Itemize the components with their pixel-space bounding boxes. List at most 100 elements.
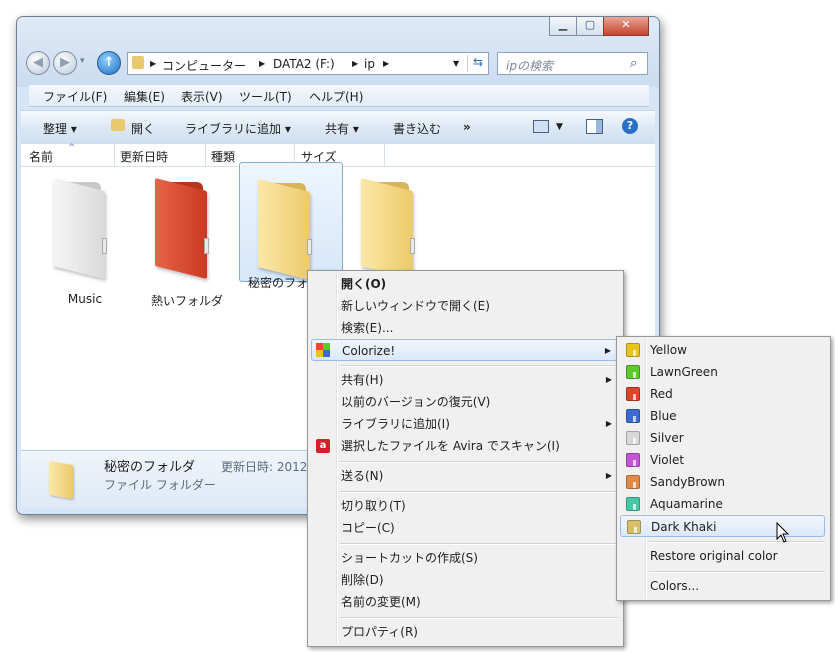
folder-item[interactable]: 熱いフォルダ (137, 172, 237, 308)
search-input[interactable]: ipの検索 ⌕ (497, 52, 648, 75)
avira-icon: a (316, 439, 330, 453)
menu-item-create-shortcut[interactable]: ショートカットの作成(S) (311, 547, 618, 569)
menu-item-delete[interactable]: 削除(D) (311, 569, 618, 591)
details-modified: 更新日時: 2012 (221, 460, 308, 474)
organize-button[interactable]: 整理 ▾ (43, 120, 77, 137)
menu-item-colorize[interactable]: Colorize! ▶ (311, 339, 618, 361)
share-button[interactable]: 共有 ▾ (325, 120, 359, 137)
open-button[interactable]: 開く (131, 120, 155, 137)
context-menu: 開く(O) 新しいウィンドウで開く(E) 検索(E)... Colorize! … (307, 270, 624, 647)
address-segment[interactable]: コンピューター (162, 57, 246, 74)
column-divider[interactable] (384, 144, 385, 166)
forward-button[interactable]: ▶ (53, 51, 77, 75)
back-button[interactable]: ◀ (26, 51, 50, 75)
violet-folder-icon (626, 453, 640, 467)
chevron-down-icon[interactable]: ▼ (556, 122, 563, 132)
chevron-right-icon: ▶ (383, 59, 390, 68)
color-dark-khaki[interactable]: Dark Khaki (620, 515, 825, 537)
folder-icon (49, 460, 73, 500)
up-button[interactable]: ↑ (97, 51, 121, 75)
burn-button[interactable]: 書き込む (393, 120, 441, 137)
folder-label: 熱いフォルダ (150, 294, 223, 308)
color-violet[interactable]: Violet (620, 449, 825, 471)
column-type[interactable]: 種類 (211, 148, 235, 165)
folder-icon (47, 178, 131, 279)
silver-folder-icon (626, 431, 640, 445)
column-divider[interactable] (205, 144, 206, 166)
menu-item-open-new-window[interactable]: 新しいウィンドウで開く(E) (311, 295, 618, 317)
colorize-icon (316, 343, 323, 350)
blue-folder-icon (626, 409, 640, 423)
menu-item-restore-versions[interactable]: 以前のバージョンの復元(V) (311, 391, 618, 413)
folder-item-selected[interactable]: 秘密のフォルダ (239, 162, 343, 290)
menu-item-share[interactable]: 共有(H) ▶ (311, 369, 618, 391)
submenu-arrow-icon: ▶ (604, 346, 611, 355)
menu-item-cut[interactable]: 切り取り(T) (311, 495, 618, 517)
sort-ascending-icon: ^ (68, 143, 76, 153)
lawngreen-folder-icon (626, 365, 640, 379)
column-divider[interactable] (114, 144, 115, 166)
minimize-button[interactable]: ▁ (549, 17, 577, 36)
red-folder-icon (626, 387, 640, 401)
color-red[interactable]: Red (620, 383, 825, 405)
menu-bar: ファイル(F) 編集(E) 表示(V) ツール(T) ヘルプ(H) (29, 85, 649, 107)
darkkhaki-folder-icon (627, 520, 641, 534)
colors-dialog-item[interactable]: Colors... (620, 575, 825, 597)
sandybrown-folder-icon (626, 475, 640, 489)
column-name[interactable]: 名前 (29, 148, 53, 165)
folder-item[interactable]: Music (35, 172, 135, 306)
submenu-arrow-icon: ▶ (605, 419, 612, 428)
colorize-submenu: Yellow LawnGreen Red Blue Silver Violet … (616, 336, 831, 601)
submenu-arrow-icon: ▶ (605, 375, 612, 384)
close-button[interactable]: ✕ (603, 17, 649, 36)
refresh-icon[interactable]: ⇆ (467, 55, 488, 72)
command-bar: 整理 ▾ 開く ライブラリに追加 ▾ 共有 ▾ 書き込む » ▼ ? (21, 110, 655, 145)
folder-label: Music (67, 292, 103, 306)
color-sandybrown[interactable]: SandyBrown (620, 471, 825, 493)
color-blue[interactable]: Blue (620, 405, 825, 427)
help-icon[interactable]: ? (622, 118, 638, 134)
menu-item-search[interactable]: 検索(E)... (311, 317, 618, 339)
menu-view[interactable]: 表示(V) (181, 88, 223, 105)
menu-item-add-to-library[interactable]: ライブラリに追加(I) ▶ (311, 413, 618, 435)
color-lawngreen[interactable]: LawnGreen (620, 361, 825, 383)
address-segment[interactable]: ip (364, 57, 375, 71)
chevron-right-icon: ▶ (259, 59, 266, 68)
search-placeholder: ipの検索 (506, 59, 553, 73)
address-segment[interactable]: DATA2 (F:) (273, 57, 335, 71)
menu-item-rename[interactable]: 名前の変更(M) (311, 591, 618, 613)
menu-help[interactable]: ヘルプ(H) (309, 88, 363, 105)
menu-item-open[interactable]: 開く(O) (311, 273, 618, 295)
open-folder-icon (111, 119, 125, 131)
color-yellow[interactable]: Yellow (620, 339, 825, 361)
color-silver[interactable]: Silver (620, 427, 825, 449)
yellow-folder-icon (626, 343, 640, 357)
restore-original-color[interactable]: Restore original color (620, 545, 825, 567)
menu-edit[interactable]: 編集(E) (124, 88, 165, 105)
add-to-library-button[interactable]: ライブラリに追加 ▾ (185, 120, 291, 137)
chevron-down-icon[interactable]: ▼ (453, 59, 459, 68)
menu-item-properties[interactable]: プロパティ(R) (311, 621, 618, 643)
chevron-right-icon: ▶ (150, 59, 157, 68)
menu-item-copy[interactable]: コピー(C) (311, 517, 618, 539)
view-icon[interactable] (533, 120, 549, 133)
folder-icon (252, 179, 336, 280)
menu-file[interactable]: ファイル(F) (43, 88, 107, 105)
search-icon[interactable]: ⌕ (630, 56, 637, 71)
folder-icon (132, 56, 144, 69)
details-name: 秘密のフォルダ (104, 460, 196, 475)
maximize-button[interactable]: ▢ (576, 17, 604, 36)
menu-tools[interactable]: ツール(T) (239, 88, 292, 105)
details-type: ファイル フォルダー (104, 478, 216, 492)
color-aquamarine[interactable]: Aquamarine (620, 493, 825, 515)
column-modified[interactable]: 更新日時 (120, 148, 168, 165)
more-button[interactable]: » (463, 120, 471, 134)
menu-item-send-to[interactable]: 送る(N) ▶ (311, 465, 618, 487)
mouse-cursor-icon (776, 522, 790, 543)
folder-item[interactable] (343, 172, 443, 279)
menu-item-avira-scan[interactable]: a 選択したファイルを Avira でスキャン(I) (311, 435, 618, 457)
recent-pages-icon[interactable]: ▾ (80, 56, 85, 66)
preview-pane-icon[interactable] (586, 119, 603, 134)
address-bar[interactable]: ▶ コンピューター ▶ DATA2 (F:) ▶ ip ▶ ▼ ⇆ (127, 52, 489, 75)
submenu-arrow-icon: ▶ (605, 471, 612, 480)
